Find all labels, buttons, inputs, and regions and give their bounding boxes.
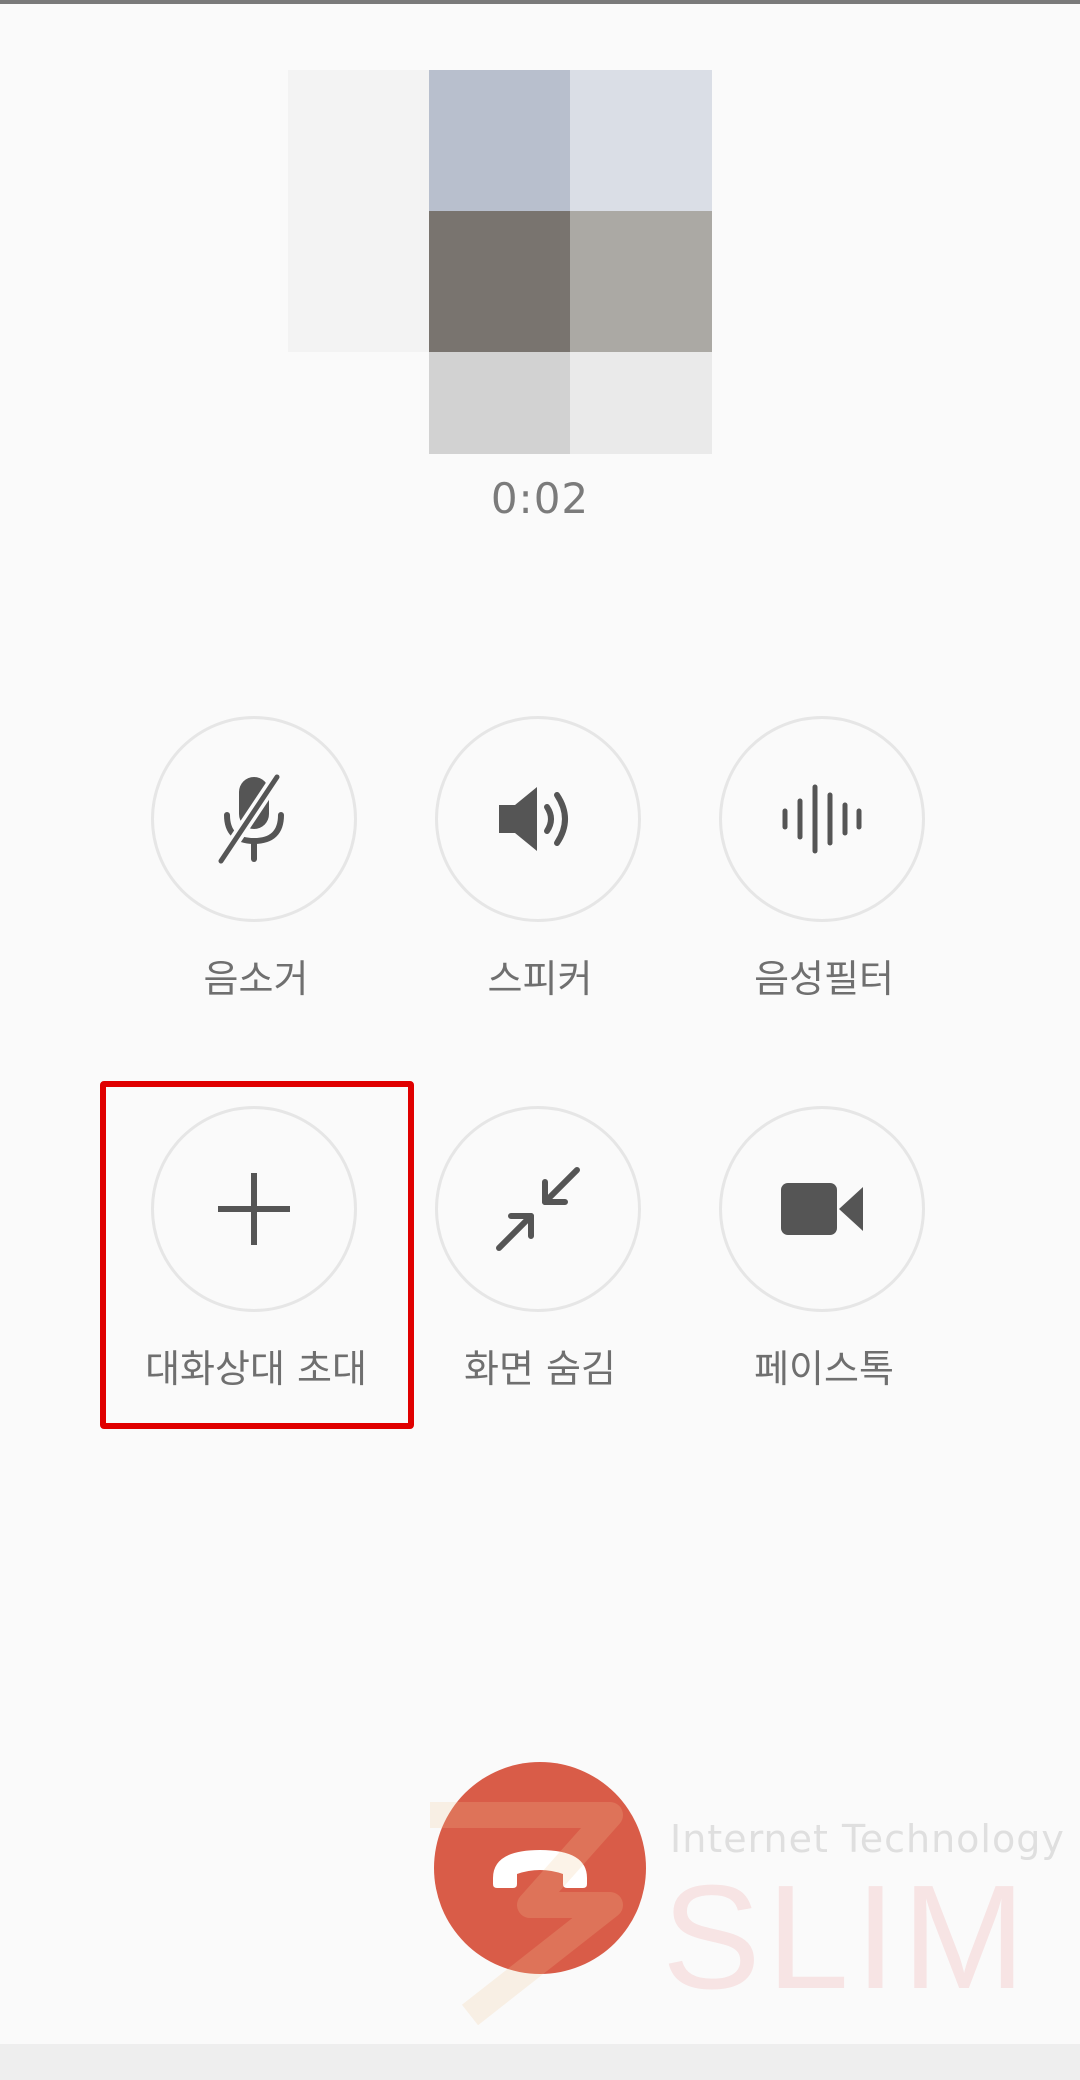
phone-hangup-icon [493, 1850, 587, 1888]
mute-circle[interactable] [151, 716, 357, 922]
avatar-pixel [570, 70, 712, 211]
hide-screen-circle[interactable] [435, 1106, 641, 1312]
top-divider [0, 0, 1080, 4]
voice-filter-circle[interactable] [719, 716, 925, 922]
avatar-pixel [288, 70, 429, 211]
hide-screen-button[interactable]: 화면 숨김 [398, 1106, 682, 1406]
watermark-tagline: Internet Technology [670, 1817, 1065, 1861]
end-call-button[interactable] [434, 1762, 646, 1974]
hide-screen-label: 화면 숨김 [464, 1347, 616, 1391]
call-timer: 0:02 [490, 474, 590, 523]
speaker-button[interactable]: 스피커 [398, 716, 682, 1016]
facetalk-label: 페이스톡 [754, 1347, 894, 1391]
waveform-icon [782, 784, 862, 854]
facetalk-button[interactable]: 페이스톡 [682, 1106, 966, 1406]
invite-highlight-box [100, 1081, 414, 1429]
profile-avatar [288, 70, 712, 454]
voice-filter-button[interactable]: 음성필터 [682, 716, 966, 1016]
avatar-pixel [288, 211, 429, 352]
facetalk-circle[interactable] [719, 1106, 925, 1312]
avatar-pixel [429, 211, 570, 352]
video-camera-icon [781, 1183, 863, 1235]
watermark-brand: SLIM [662, 1855, 1032, 2020]
avatar-pixel [429, 70, 570, 211]
bottom-bar [0, 2044, 1080, 2080]
avatar-pixel [570, 211, 712, 352]
avatar-pixel [429, 352, 570, 454]
speaker-circle[interactable] [435, 716, 641, 922]
minimize-arrows-icon [496, 1167, 580, 1251]
voice-filter-label: 음성필터 [754, 957, 894, 1001]
mic-off-icon [216, 773, 284, 865]
speaker-label: 스피커 [487, 957, 593, 1001]
mute-button[interactable]: 음소거 [114, 716, 398, 1016]
avatar-pixel [570, 352, 712, 454]
mute-label: 음소거 [203, 957, 309, 1001]
speaker-icon [499, 787, 568, 851]
